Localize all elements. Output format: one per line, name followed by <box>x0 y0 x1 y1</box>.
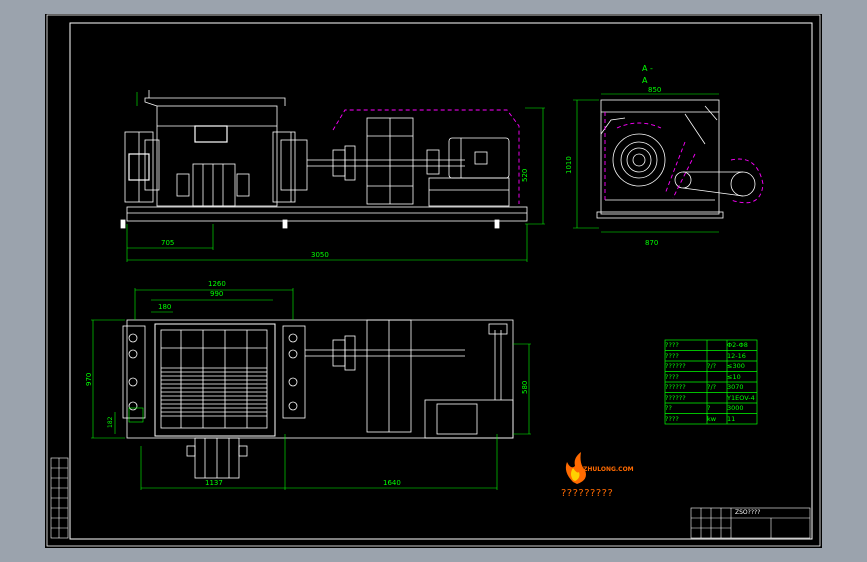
cad-drawing <box>46 14 821 547</box>
spec-table <box>664 339 758 425</box>
section-dimensions <box>573 93 719 233</box>
section-view-aa <box>596 99 756 219</box>
drawing-frame <box>46 14 821 547</box>
plan-view-highlight <box>128 407 144 423</box>
drawing-sheet[interactable]: 3050 705 520 A - A 850 870 1010 1260 990… <box>45 14 822 548</box>
section-hidden-lines <box>604 112 764 204</box>
title-block <box>690 507 811 539</box>
front-view <box>120 90 528 229</box>
plan-view <box>122 319 514 479</box>
watermark-logo <box>565 452 586 484</box>
plan-dimensions <box>91 288 531 490</box>
front-dimensions <box>126 92 545 262</box>
revision-strip <box>50 457 69 539</box>
cad-viewport: 3050 705 520 A - A 850 870 1010 1260 990… <box>0 0 867 562</box>
